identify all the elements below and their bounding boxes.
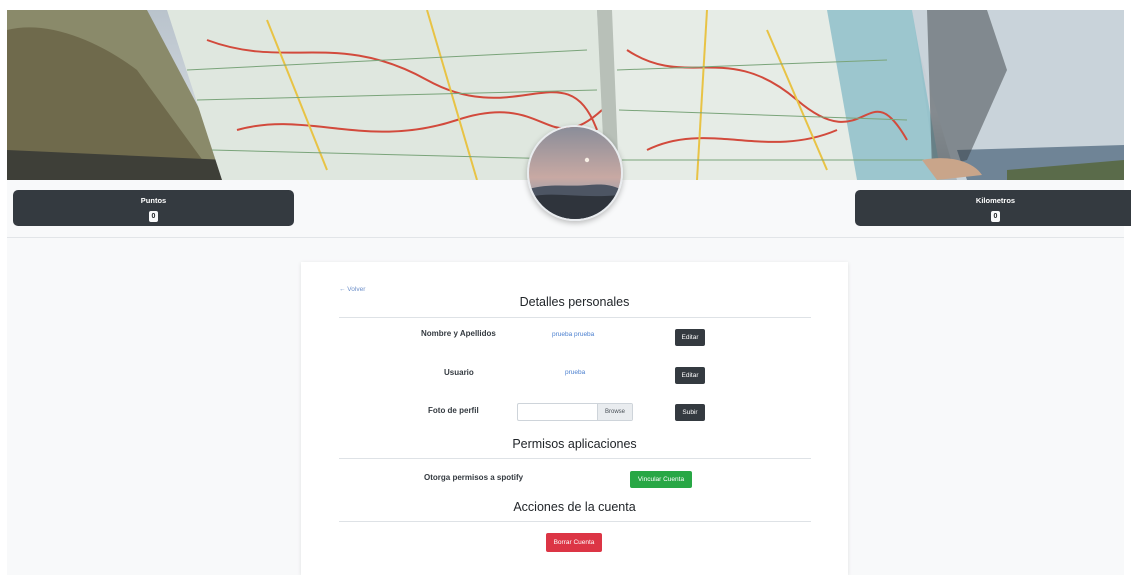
profile-panel: ← Volver Detalles personales Nombre y Ap… (301, 262, 848, 575)
avatar-photo-illustration (529, 127, 621, 219)
profile-photo-label: Foto de perfil (428, 406, 479, 415)
upload-photo-button[interactable]: Subir (675, 404, 705, 421)
full-name-value: prueba prueba (552, 331, 595, 338)
delete-account-button[interactable]: Borrar Cuenta (546, 533, 602, 552)
header-divider (7, 237, 1124, 238)
browse-button[interactable]: Browse (597, 404, 632, 420)
spotify-permission-label: Otorga permisos a spotify (424, 473, 524, 482)
edit-username-button[interactable]: Editar (675, 367, 705, 384)
username-label: Usuario (444, 368, 474, 377)
profile-avatar (527, 125, 623, 221)
account-actions-divider (339, 521, 811, 522)
edit-name-button[interactable]: Editar (675, 329, 705, 346)
points-value-badge: 0 (148, 211, 159, 222)
profile-photo-file-input[interactable]: Browse (517, 403, 633, 421)
app-permissions-divider (339, 458, 811, 459)
personal-details-divider (339, 317, 811, 318)
kilometers-card: Kilometros 0 (855, 190, 1131, 226)
points-card: Puntos 0 (13, 190, 294, 226)
kilometers-value-badge: 0 (990, 211, 1001, 222)
username-value: prueba (565, 369, 586, 376)
points-label: Puntos (140, 196, 167, 205)
kilometers-label: Kilometros (975, 196, 1016, 205)
link-spotify-account-button[interactable]: Vincular Cuenta (630, 471, 692, 488)
account-actions-title: Acciones de la cuenta (513, 500, 636, 514)
back-link[interactable]: ← Volver (339, 286, 365, 293)
app-permissions-title: Permisos aplicaciones (512, 437, 637, 451)
full-name-label: Nombre y Apellidos (421, 329, 496, 338)
personal-details-title: Detalles personales (519, 295, 630, 309)
